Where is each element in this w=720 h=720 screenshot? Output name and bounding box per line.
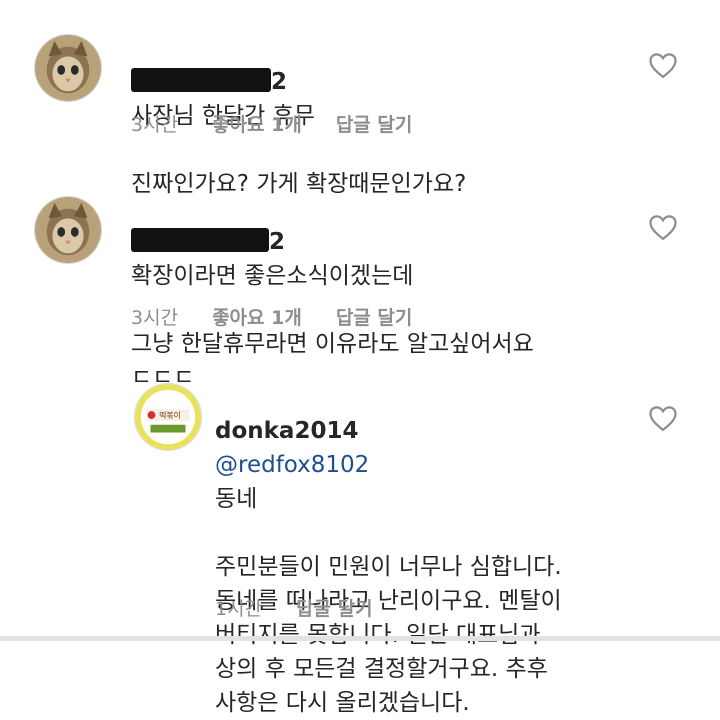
comment-item: 2 사장님 한달간 휴무 진짜인가요? 가게 확장때문인가요? 3시간 좋아요 …: [0, 0, 720, 197]
comment-meta: 3시간 좋아요 1개 답글 달기: [131, 110, 446, 137]
comment-line-1: 확장이라면 좋은소식이겠는데: [131, 263, 414, 289]
username[interactable]: donka2014: [215, 418, 358, 444]
cat-avatar-icon[interactable]: [34, 34, 102, 102]
comment-meta: 3시간 좋아요 1개 답글 달기: [131, 303, 446, 330]
likes-count[interactable]: 좋아요 1개: [212, 303, 302, 330]
comment-line-rest: 주민분들이 민원이 너무나 심합니다. 동네를 떠나라고 난리이구요. 멘탈이 …: [215, 554, 562, 716]
redacted-username: [131, 68, 271, 92]
username-suffix[interactable]: 2: [269, 229, 285, 255]
comment-time[interactable]: 3시간: [131, 110, 178, 137]
reply-comment-item: 떡볶이 donka2014 @redfox8102 동네 주민분들이 민원이 너…: [0, 370, 720, 716]
comment-time[interactable]: 3시간: [131, 303, 178, 330]
comment-meta: 1시간 답글 달기: [215, 594, 407, 621]
comment-line-1: 동네: [215, 486, 258, 512]
likes-count[interactable]: 좋아요 1개: [212, 110, 302, 137]
heart-outline-icon[interactable]: [648, 51, 678, 79]
cat-avatar-icon[interactable]: [34, 196, 102, 264]
comment-text: donka2014 @redfox8102 동네 주민분들이 민원이 너무나 심…: [215, 380, 695, 720]
reply-button[interactable]: 답글 달기: [336, 303, 413, 330]
comment-item: 2 확장이라면 좋은소식이겠는데 그냥 한달휴무라면 이유라도 알고싶어서요 ㄷ…: [0, 170, 720, 391]
heart-outline-icon[interactable]: [648, 404, 678, 432]
reply-button[interactable]: 답글 달기: [336, 110, 413, 137]
shop-logo-avatar-icon[interactable]: 떡볶이: [134, 383, 202, 451]
heart-outline-icon[interactable]: [648, 213, 678, 241]
reply-button[interactable]: 답글 달기: [296, 594, 373, 621]
mention-link[interactable]: @redfox8102: [215, 452, 369, 478]
comment-time[interactable]: 1시간: [215, 594, 262, 621]
bottom-divider: [0, 636, 720, 641]
svg-text:떡볶이: 떡볶이: [159, 410, 180, 420]
redacted-username: [131, 228, 269, 252]
comment-text: 2 확장이라면 좋은소식이겠는데 그냥 한달휴무라면 이유라도 알고싶어서요 ㄷ…: [131, 191, 671, 395]
username-suffix[interactable]: 2: [271, 69, 287, 95]
